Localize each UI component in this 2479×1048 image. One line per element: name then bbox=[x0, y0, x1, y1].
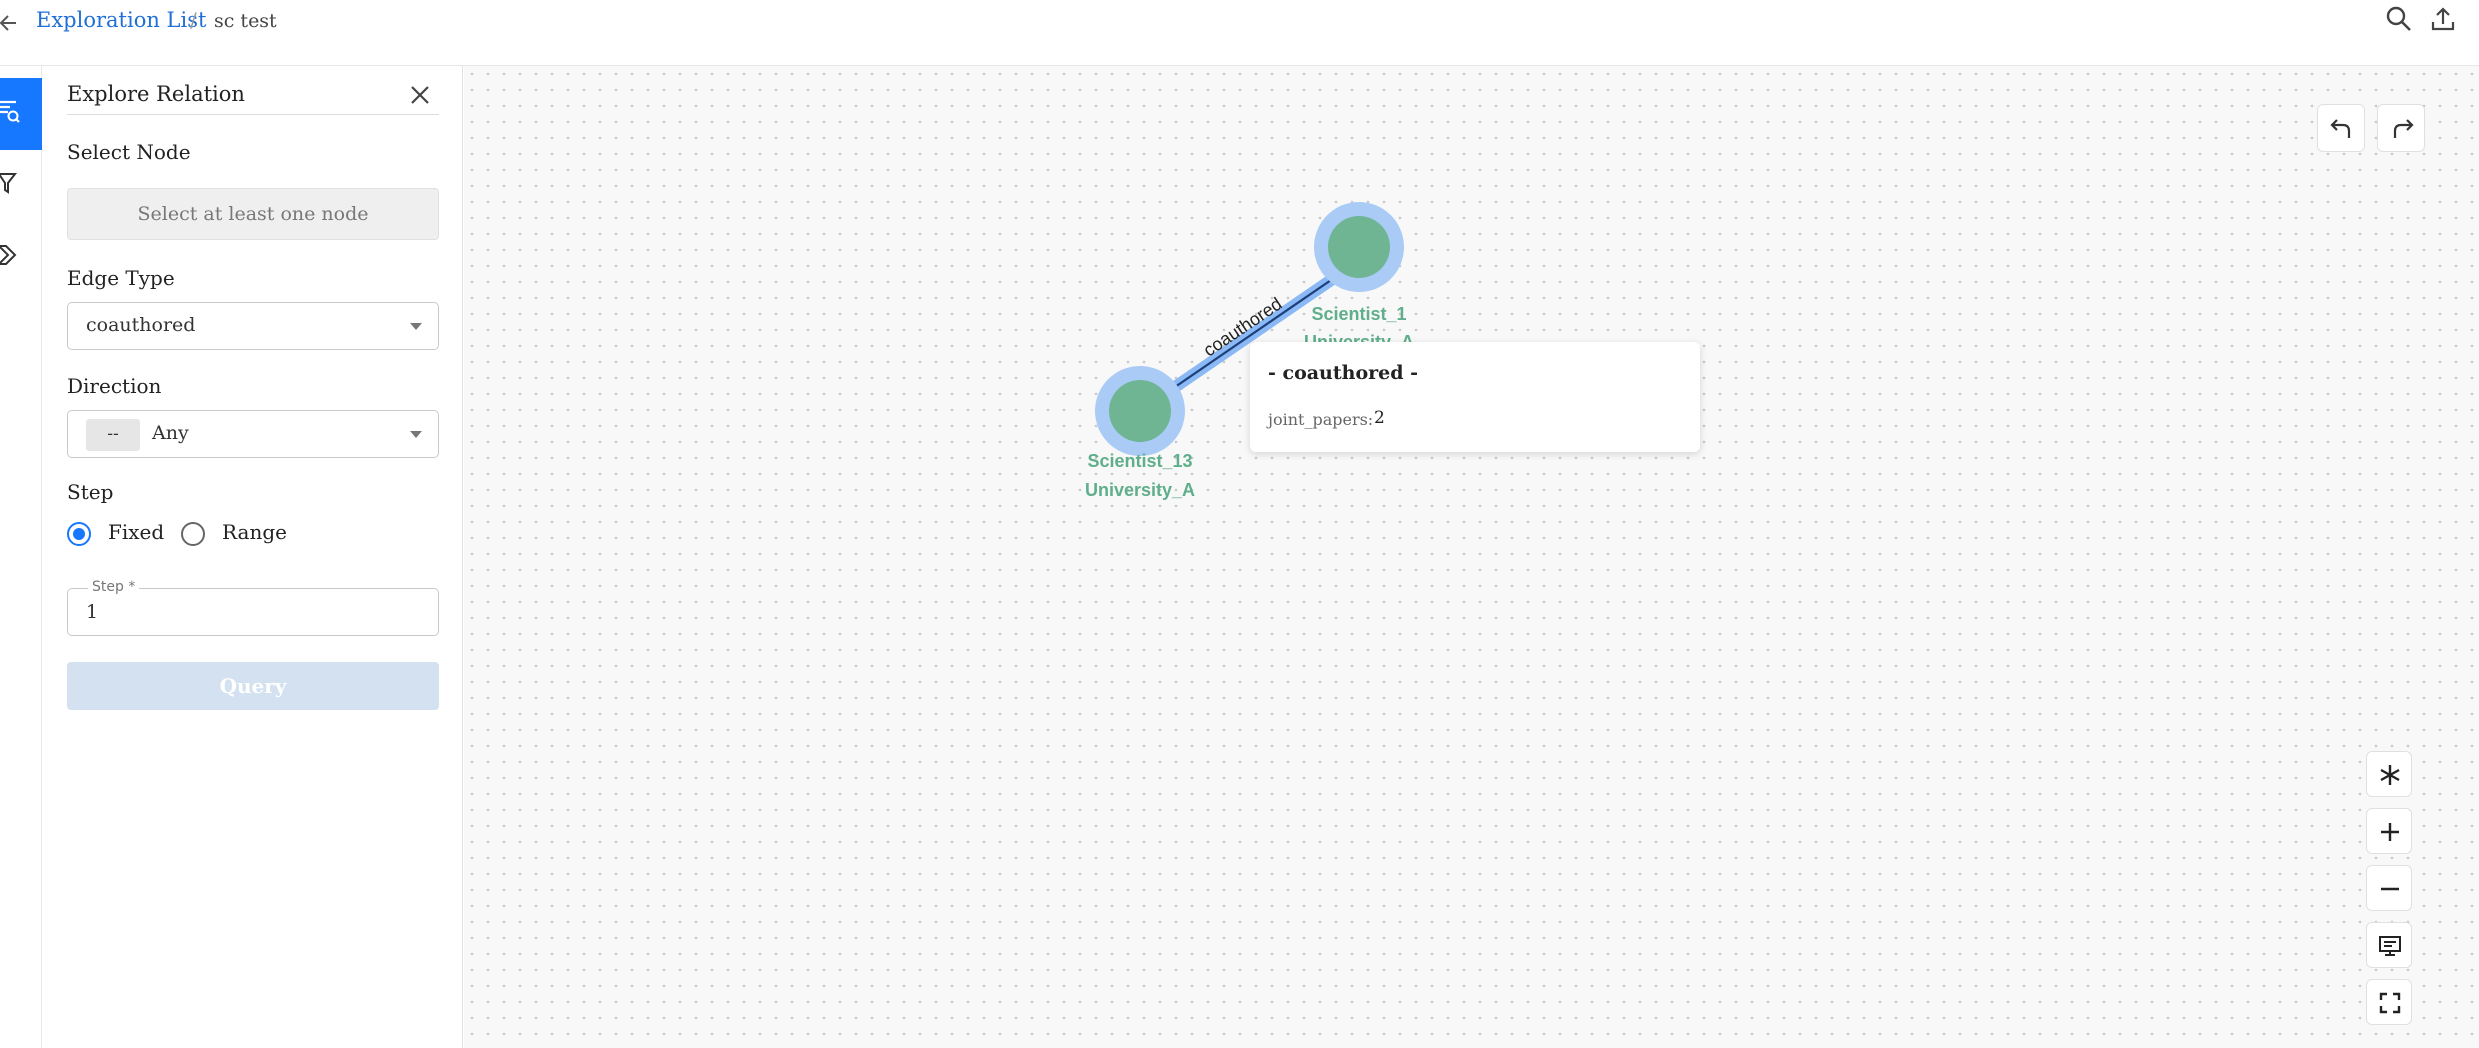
step-input[interactable]: Step * 1 bbox=[67, 579, 439, 636]
direction-select[interactable]: -- Any bbox=[67, 410, 439, 458]
zoom-in-icon bbox=[2381, 823, 2399, 841]
fullscreen-icon bbox=[2379, 992, 2401, 1014]
breadcrumb-current: sc test bbox=[214, 10, 277, 32]
search-icon[interactable] bbox=[2384, 4, 2414, 34]
node-sublabel: University_A bbox=[1085, 480, 1195, 500]
back-arrow-icon[interactable] bbox=[0, 10, 22, 36]
graph-node[interactable] bbox=[1314, 202, 1404, 292]
edge-tooltip: - coauthored - joint_papers: 2 bbox=[1250, 342, 1700, 452]
top-bar: Exploration List / sc test bbox=[0, 0, 2479, 66]
layout-button[interactable] bbox=[2366, 751, 2412, 797]
step-range-label: Range bbox=[222, 520, 287, 544]
graph-canvas[interactable]: coauthored Scientist_1 University_A Scie… bbox=[464, 66, 2479, 1048]
query-button[interactable]: Query bbox=[67, 662, 439, 710]
step-field-label: Step * bbox=[88, 579, 140, 595]
rail-item-tags[interactable] bbox=[0, 222, 42, 294]
breadcrumb-separator: / bbox=[190, 8, 197, 32]
filter-icon bbox=[0, 173, 18, 194]
chevron-down-icon bbox=[410, 431, 422, 438]
chevron-down-icon bbox=[410, 323, 422, 330]
node-label: Scientist_13 bbox=[1087, 451, 1192, 471]
step-label: Step bbox=[67, 480, 114, 504]
close-icon[interactable] bbox=[407, 82, 433, 108]
step-field-value: 1 bbox=[86, 601, 99, 623]
graph-node[interactable] bbox=[1095, 366, 1185, 456]
graph-view: coauthored Scientist_1 University_A Scie… bbox=[1085, 202, 1414, 500]
export-icon[interactable] bbox=[2428, 4, 2458, 34]
select-node-field[interactable]: Select at least one node bbox=[67, 188, 439, 240]
undo-button[interactable] bbox=[2317, 104, 2365, 152]
zoom-out-icon bbox=[2381, 887, 2399, 891]
tooltip-title: - coauthored - bbox=[1268, 362, 1419, 384]
breadcrumb-parent-link[interactable]: Exploration List bbox=[36, 8, 206, 32]
node-label: Scientist_1 bbox=[1311, 304, 1406, 324]
step-fixed-radio[interactable] bbox=[67, 522, 91, 546]
direction-value: Any bbox=[152, 422, 189, 444]
tooltip-property-key: joint_papers: bbox=[1268, 410, 1374, 429]
explore-relation-icon bbox=[0, 100, 20, 123]
direction-tag: -- bbox=[86, 419, 140, 451]
rail-item-filter[interactable] bbox=[0, 150, 42, 222]
direction-label: Direction bbox=[67, 374, 162, 398]
step-range-radio[interactable] bbox=[181, 522, 205, 546]
tag-icon bbox=[0, 245, 17, 265]
panel-divider bbox=[67, 114, 439, 115]
redo-icon bbox=[2393, 119, 2414, 138]
presentation-icon bbox=[2379, 936, 2401, 956]
fullscreen-button[interactable] bbox=[2366, 979, 2412, 1025]
select-node-label: Select Node bbox=[67, 140, 191, 164]
tooltip-property-value: 2 bbox=[1374, 408, 1385, 428]
left-rail bbox=[0, 66, 42, 1048]
explore-relation-panel: Explore Relation Select Node Select at l… bbox=[43, 66, 463, 1048]
undo-icon bbox=[2330, 119, 2351, 138]
layout-icon bbox=[2380, 765, 2400, 785]
presentation-button[interactable] bbox=[2366, 922, 2412, 968]
zoom-out-button[interactable] bbox=[2366, 865, 2412, 911]
rail-item-explore-relation[interactable] bbox=[0, 78, 42, 150]
edge-type-select[interactable]: coauthored bbox=[67, 302, 439, 350]
step-fixed-label: Fixed bbox=[108, 520, 165, 544]
panel-title: Explore Relation bbox=[67, 82, 245, 106]
edge-type-label: Edge Type bbox=[67, 266, 175, 290]
edge-type-value: coauthored bbox=[86, 314, 196, 336]
redo-button[interactable] bbox=[2377, 104, 2425, 152]
zoom-in-button[interactable] bbox=[2366, 808, 2412, 854]
